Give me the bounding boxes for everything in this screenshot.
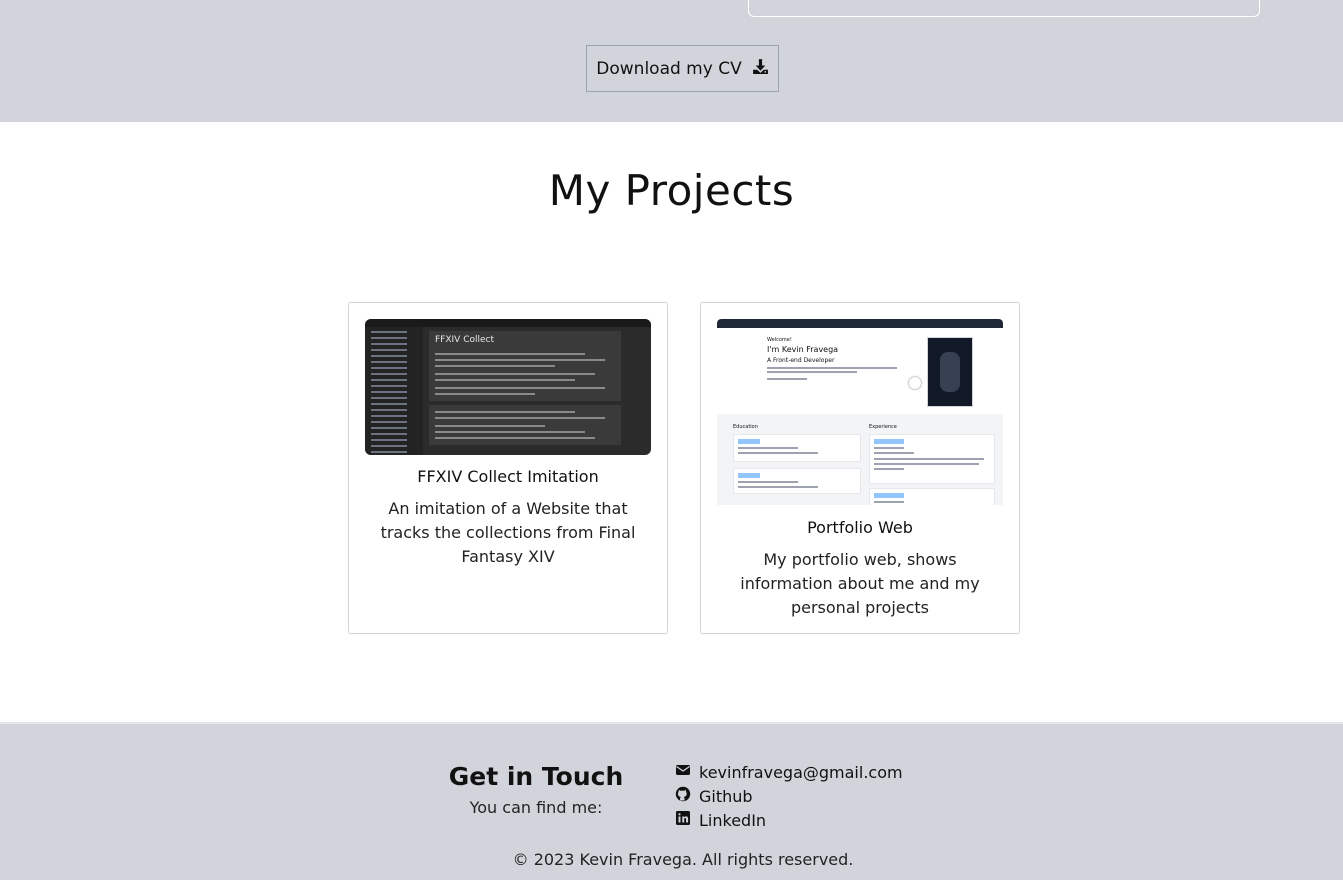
project-description: My portfolio web, shows information abou… (740, 550, 980, 617)
download-cv-label: Download my CV (596, 58, 742, 79)
thumbnail-welcome: Welcome! (767, 337, 792, 343)
project-thumbnail-portfolio[interactable]: Welcome! I'm Kevin Fravega A Front-end D… (717, 319, 1003, 505)
project-card-portfolio[interactable]: Welcome! I'm Kevin Fravega A Front-end D… (700, 302, 1020, 634)
linkedin-link[interactable]: LinkedIn (675, 810, 766, 830)
download-cv-button[interactable]: Download my CV (586, 45, 779, 92)
project-card-ffxiv[interactable]: FFXIV Collect FFXIV Collect Imitation An… (348, 302, 668, 634)
github-icon (675, 786, 691, 806)
thumbnail-experience: Experience (869, 424, 897, 430)
github-label: Github (699, 786, 753, 806)
projects-heading: My Projects (548, 166, 795, 215)
envelope-icon (675, 762, 691, 782)
project-thumbnail-ffxiv[interactable]: FFXIV Collect (365, 319, 651, 455)
project-title: Portfolio Web (807, 518, 913, 537)
download-icon (752, 58, 769, 80)
thumbnail-subtitle: A Front-end Developer (767, 357, 835, 364)
contact-footer: Get in Touch You can find me: kevinfrave… (0, 722, 1343, 880)
project-title: FFXIV Collect Imitation (417, 467, 599, 486)
about-card-bottom-edge (748, 0, 1260, 17)
about-section-band: Download my CV (0, 0, 1343, 122)
footer-subtitle: You can find me: (469, 798, 603, 817)
thumbnail-heading: FFXIV Collect (435, 335, 494, 345)
email-label: kevinfravega@gmail.com (699, 762, 903, 782)
copyright-text: © 2023 Kevin Fravega. All rights reserve… (512, 850, 854, 869)
linkedin-icon (675, 810, 691, 830)
footer-title: Get in Touch (448, 762, 624, 791)
linkedin-label: LinkedIn (699, 810, 767, 830)
thumbnail-education: Education (733, 424, 758, 430)
thumbnail-name: I'm Kevin Fravega (767, 345, 839, 354)
email-link[interactable]: kevinfravega@gmail.com (675, 762, 903, 782)
project-description: An imitation of a Website that tracks th… (380, 499, 636, 566)
github-link[interactable]: Github (675, 786, 753, 806)
